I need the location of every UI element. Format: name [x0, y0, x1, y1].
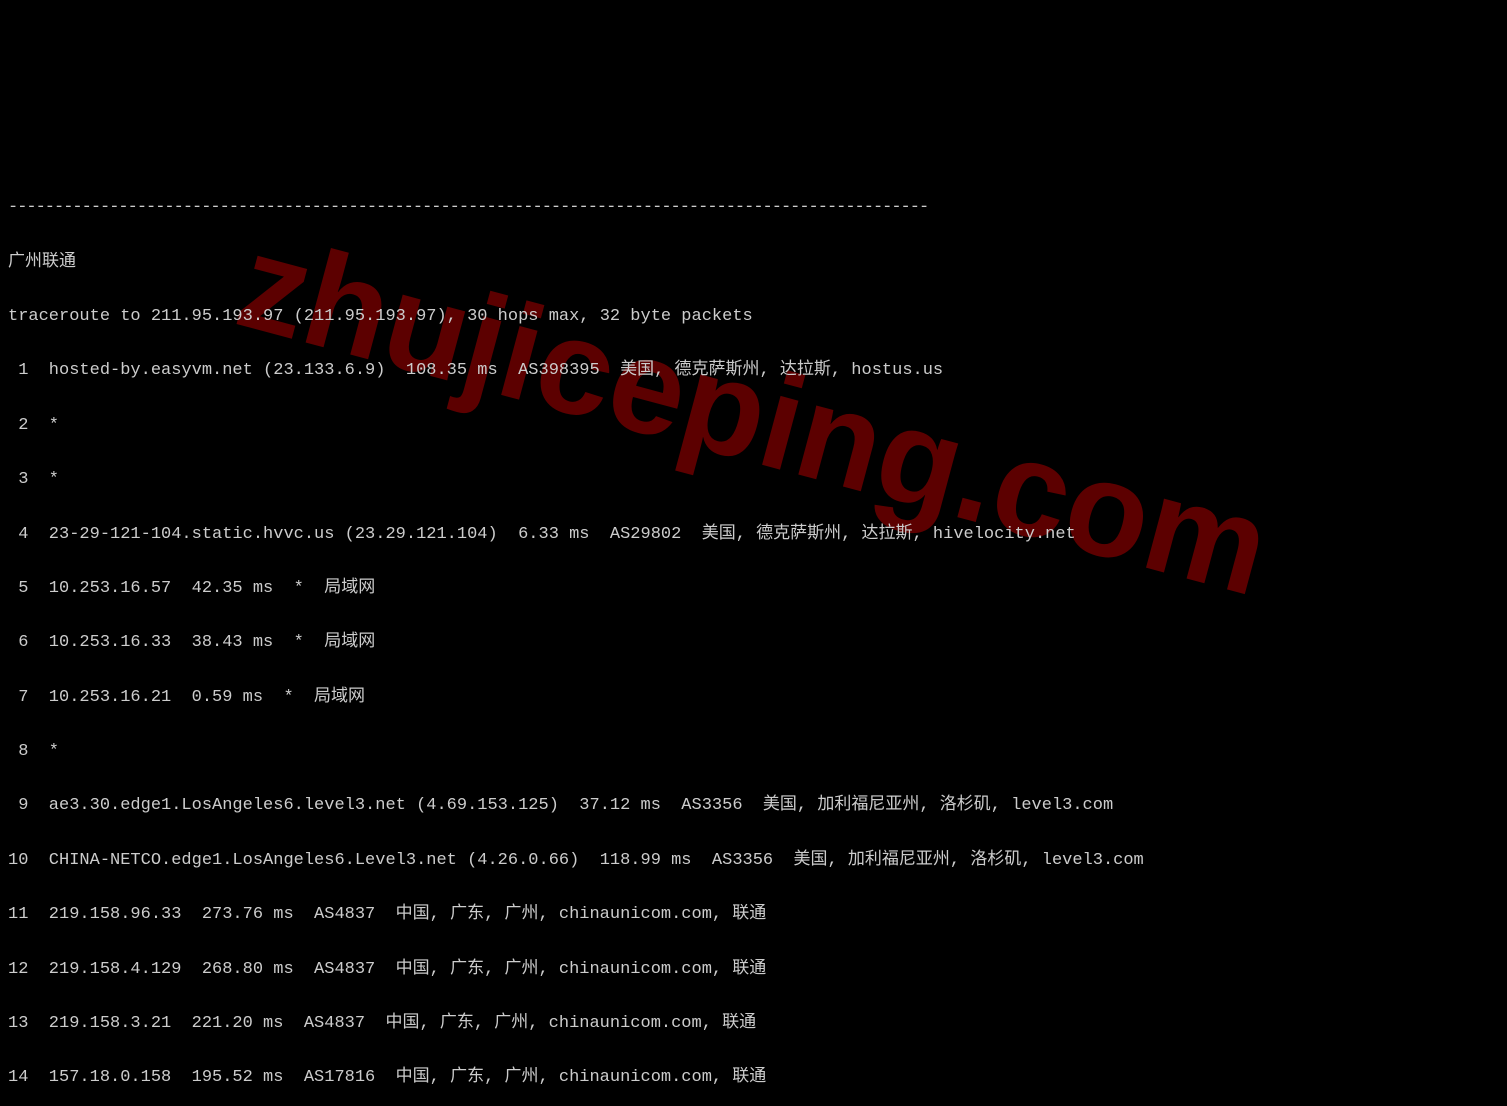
hop-line: 11 219.158.96.33 273.76 ms AS4837 中国, 广东…	[8, 901, 1499, 928]
hop-line: 12 219.158.4.129 268.80 ms AS4837 中国, 广东…	[8, 956, 1499, 983]
hop-line: 5 10.253.16.57 42.35 ms * 局域网	[8, 575, 1499, 602]
hop-line: 7 10.253.16.21 0.59 ms * 局域网	[8, 684, 1499, 711]
hop-line: 8 *	[8, 738, 1499, 765]
hop-line: 13 219.158.3.21 221.20 ms AS4837 中国, 广东,…	[8, 1010, 1499, 1037]
divider-line: ----------------------------------------…	[8, 194, 1499, 221]
hop-line: 9 ae3.30.edge1.LosAngeles6.level3.net (4…	[8, 792, 1499, 819]
traceroute-header: traceroute to 211.95.193.97 (211.95.193.…	[8, 303, 1499, 330]
hop-line: 2 *	[8, 412, 1499, 439]
hop-line: 10 CHINA-NETCO.edge1.LosAngeles6.Level3.…	[8, 847, 1499, 874]
hop-line: 6 10.253.16.33 38.43 ms * 局域网	[8, 629, 1499, 656]
traceroute-title: 广州联通	[8, 249, 1499, 276]
hop-line: 3 *	[8, 466, 1499, 493]
hop-line: 14 157.18.0.158 195.52 ms AS17816 中国, 广东…	[8, 1064, 1499, 1091]
hop-line: 1 hosted-by.easyvm.net (23.133.6.9) 108.…	[8, 357, 1499, 384]
hop-line: 4 23-29-121-104.static.hvvc.us (23.29.12…	[8, 521, 1499, 548]
terminal-output: ----------------------------------------…	[8, 167, 1499, 1106]
